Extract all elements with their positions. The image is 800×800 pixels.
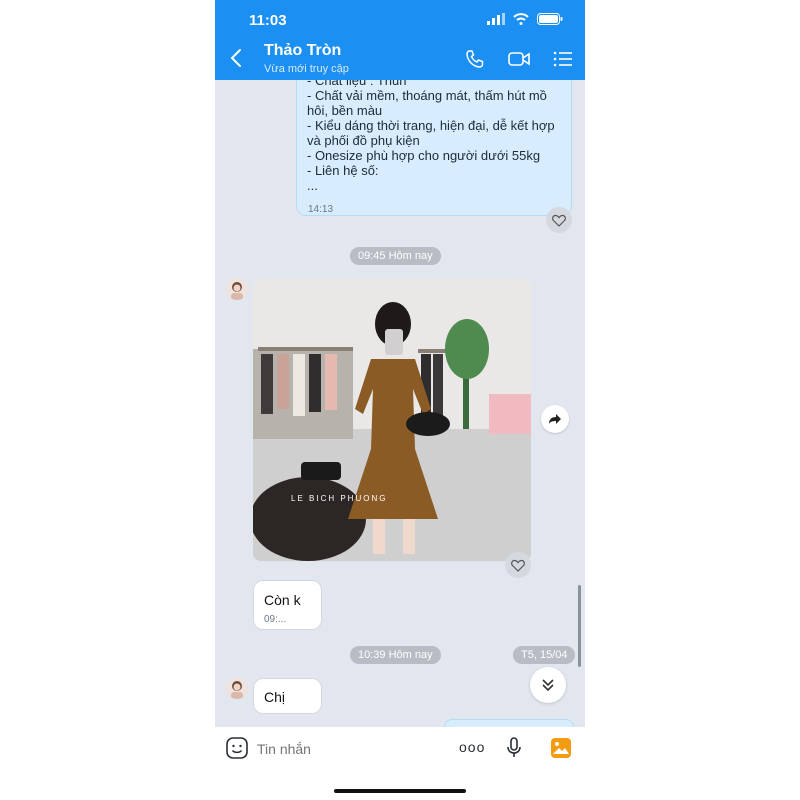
avatar-image: [226, 278, 248, 300]
forward-button[interactable]: [541, 405, 569, 433]
message-time: 09:...: [264, 614, 287, 625]
time-separator: 10:39 Hôm nay: [350, 646, 441, 664]
contact-name[interactable]: Thảo Tròn: [264, 42, 341, 60]
phone-call-icon[interactable]: [464, 49, 486, 69]
outgoing-message-bubble[interactable]: [444, 719, 574, 727]
message-time: 14:13: [308, 204, 334, 215]
phone-screen: 11:03 Thảo Tròn Vừa mới truy cập - Chất …: [215, 0, 585, 800]
photo-watermark: LE BICH PHUONG: [291, 494, 387, 503]
heart-icon: [552, 214, 566, 227]
menu-list-icon[interactable]: [552, 49, 574, 69]
chat-area[interactable]: - Chất liệu : Thun - Chất vải mềm, thoán…: [215, 80, 585, 727]
message-line: và phối đồ phụ kiện: [307, 133, 420, 148]
signal-icon: [487, 13, 505, 25]
battery-icon: [537, 13, 563, 25]
date-tag: T5, 15/04: [513, 646, 576, 664]
outgoing-message-bubble[interactable]: - Chất liệu : Thun - Chất vải mềm, thoán…: [296, 80, 572, 216]
double-chevron-down-icon: [542, 679, 554, 692]
message-line: - Liên hệ số:: [307, 163, 379, 178]
contact-status: Vừa mới truy cập: [264, 63, 349, 75]
heart-icon: [511, 559, 525, 572]
message-line: - Chất liệu : Thun: [307, 80, 407, 88]
video-call-icon[interactable]: [507, 49, 531, 69]
message-line: hôi, bền màu: [307, 103, 383, 118]
wifi-icon: [513, 13, 529, 25]
input-bar: ooo: [215, 727, 585, 800]
dress-photo-image: LE BICH PHUONG: [253, 279, 531, 561]
shared-photo[interactable]: LE BICH PHUONG: [253, 279, 531, 561]
scroll-to-bottom-button[interactable]: [530, 667, 566, 703]
react-heart-button[interactable]: [505, 552, 531, 578]
avatar-image: [226, 677, 248, 699]
incoming-message-bubble[interactable]: Chị: [253, 678, 322, 714]
image-gallery-icon[interactable]: [549, 736, 573, 760]
avatar[interactable]: [226, 677, 248, 699]
react-heart-button[interactable]: [546, 207, 572, 233]
forward-arrow-icon: [549, 414, 561, 424]
emoji-sticker-icon[interactable]: [226, 737, 248, 759]
message-line: - Chất vải mềm, thoáng mát, thấm hút mồ: [307, 88, 547, 103]
home-indicator: [334, 789, 466, 793]
time-separator: 09:45 Hôm nay: [350, 247, 441, 265]
message-line: ...: [307, 178, 318, 193]
message-line: - Kiểu dáng thời trang, hiện đại, dễ kết…: [307, 118, 555, 133]
message-text: Chị: [264, 689, 286, 705]
message-line: - Onesize phù hợp cho người dưới 55kg: [307, 148, 541, 163]
back-arrow-icon[interactable]: [227, 46, 247, 70]
microphone-icon[interactable]: [505, 736, 523, 760]
more-options-icon[interactable]: ooo: [459, 739, 485, 755]
scrollbar[interactable]: [578, 585, 581, 667]
chat-header: Thảo Tròn Vừa mới truy cập: [215, 36, 585, 80]
status-time: 11:03: [249, 12, 287, 29]
message-text: Còn k: [264, 592, 301, 608]
incoming-message-bubble[interactable]: Còn k 09:...: [253, 580, 322, 630]
message-input[interactable]: [255, 736, 449, 762]
avatar[interactable]: [226, 278, 248, 300]
status-bar: 11:03: [215, 0, 585, 36]
